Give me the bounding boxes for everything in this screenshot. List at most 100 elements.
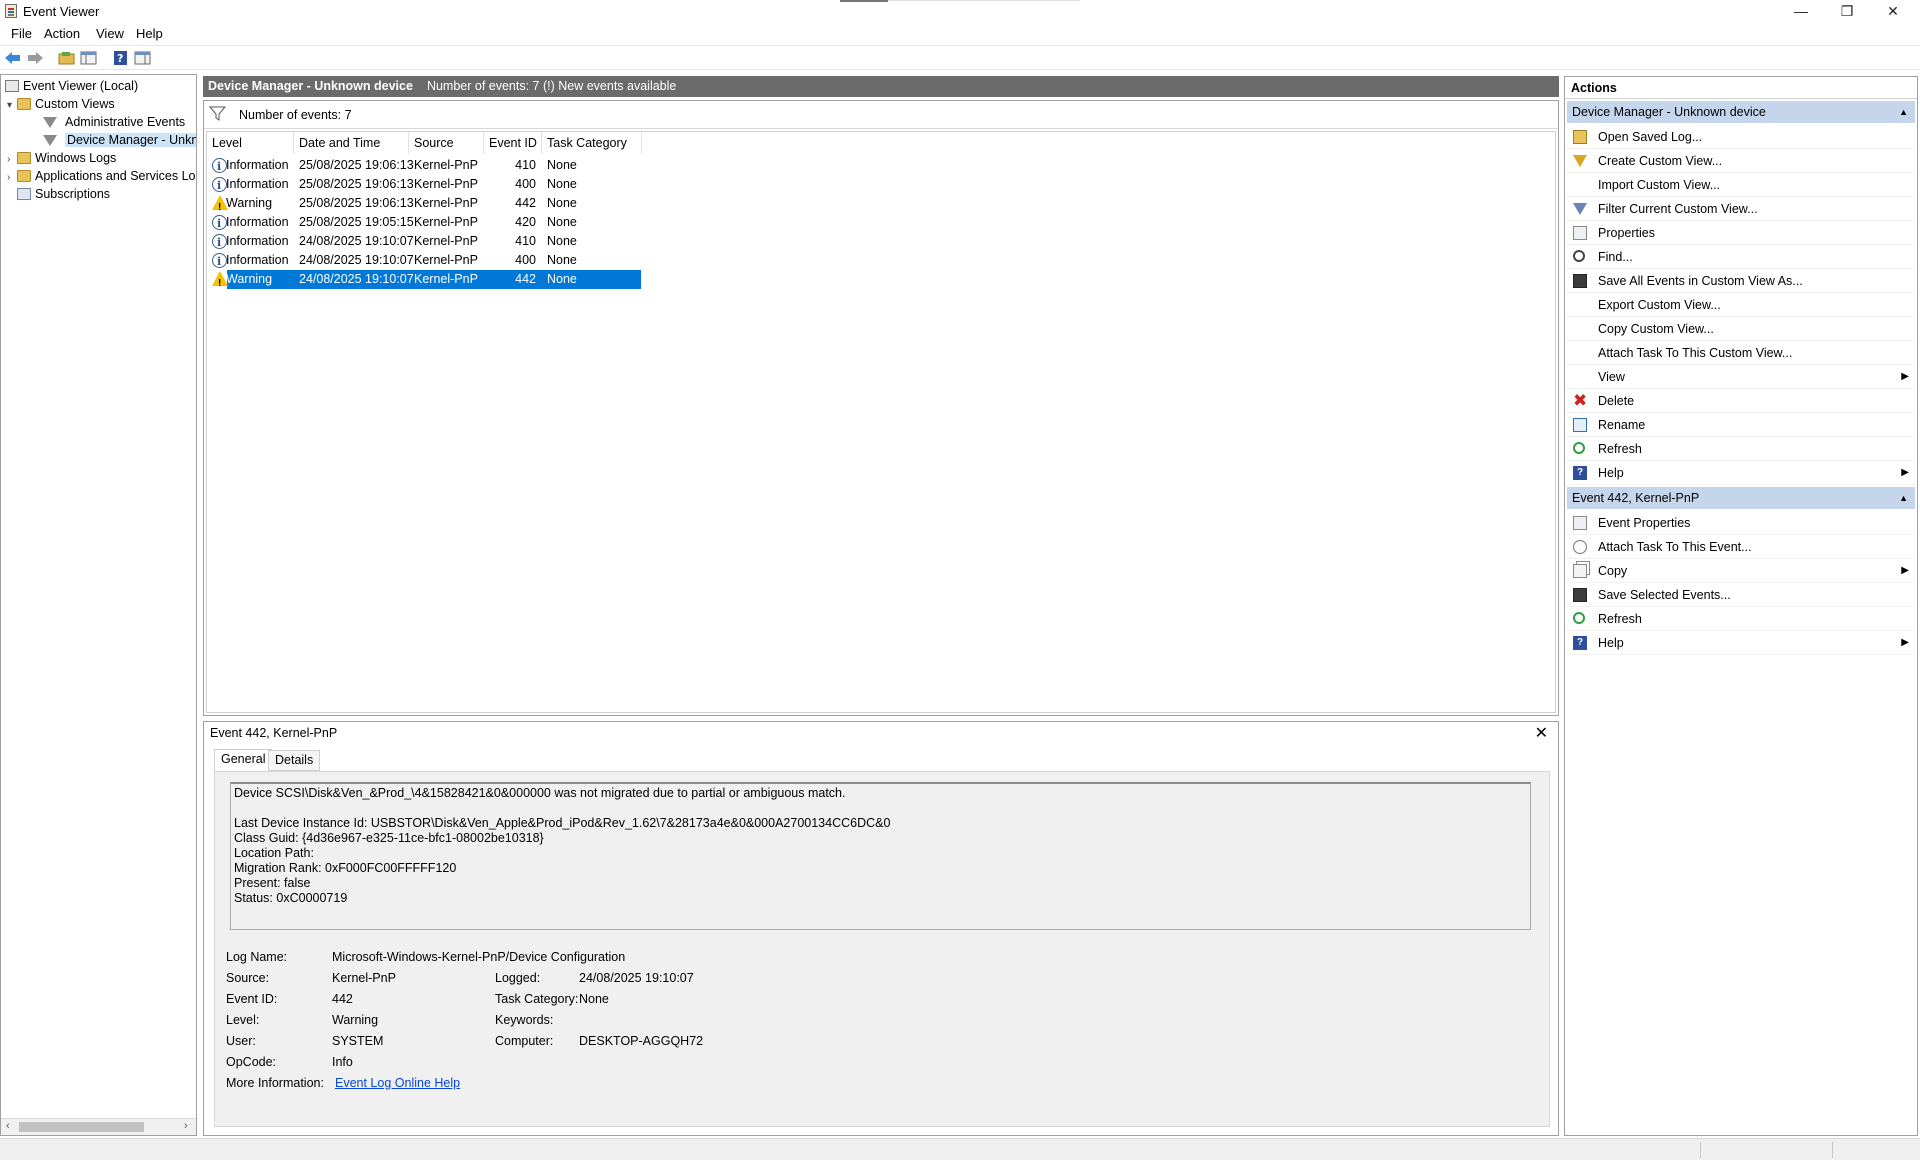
event-description[interactable]: Device SCSI\Disk&Ven_&Prod_\4&15828421&0… [230,782,1531,930]
menu-help[interactable]: Help [136,26,163,41]
menu-view[interactable]: View [96,26,124,41]
action-label: Save All Events in Custom View As... [1598,274,1803,288]
row-task-category: None [547,253,577,267]
tree-item-event-viewer-local[interactable]: Event Viewer (Local) [5,77,138,95]
table-row[interactable]: Information 24/08/2025 19:10:07Kernel-PnP… [207,232,647,252]
collapsed-chevron-icon[interactable]: › [7,169,17,187]
copy-icon [1573,564,1587,578]
tree-item-custom-views[interactable]: ▾ Custom Views [7,95,115,113]
log-name-value: Microsoft-Windows-Kernel-PnP/Device Conf… [332,950,626,964]
show-hide-tree-icon[interactable] [80,50,98,66]
action-event-properties[interactable]: Event Properties [1567,511,1915,535]
tab-details[interactable]: Details [268,750,321,771]
scroll-left-icon[interactable]: ‹ [6,1120,10,1132]
action-properties[interactable]: Properties [1567,221,1915,245]
toolbar: ? [0,45,1920,70]
submenu-arrow-icon: ▶ [1901,467,1909,478]
tree-item-administrative-events[interactable]: Administrative Events [43,113,185,131]
table-row[interactable]: Information 25/08/2025 19:06:13Kernel-PnP… [207,156,647,176]
back-arrow-icon[interactable] [4,50,22,66]
column-header-date-and-time[interactable]: Date and Time [294,132,409,154]
action-help[interactable]: ? Help ▶ [1567,631,1915,655]
row-event-id: 410 [515,234,536,248]
filter-icon [1573,203,1587,215]
folder-icon [17,152,31,164]
action-create-custom-view[interactable]: Create Custom View... [1567,149,1915,173]
attach-task-icon [1573,540,1587,554]
action-refresh[interactable]: Refresh [1567,437,1915,461]
event-log-online-help-link[interactable]: Event Log Online Help [335,1076,460,1090]
action-open-saved-log[interactable]: Open Saved Log... [1567,125,1915,149]
action-copy-custom-view[interactable]: Copy Custom View... [1567,317,1915,341]
table-row[interactable]: Information 24/08/2025 19:10:07Kernel-PnP… [207,251,647,271]
action-label: Event Properties [1598,516,1691,530]
information-icon [212,214,227,233]
action-find[interactable]: Find... [1567,245,1915,269]
collapse-caret-icon[interactable]: ▲ [1899,487,1908,509]
actions-section-header[interactable]: Event 442, Kernel-PnP ▲ [1567,487,1915,509]
actions-section-header[interactable]: Device Manager - Unknown device ▲ [1567,101,1915,123]
user-label: User: [226,1034,256,1048]
row-event-id: 442 [515,196,536,210]
action-rename[interactable]: Rename [1567,413,1915,437]
menu-action[interactable]: Action [44,26,80,41]
action-import-custom-view[interactable]: Import Custom View... [1567,173,1915,197]
user-value: SYSTEM [332,1034,384,1048]
action-help[interactable]: ? Help ▶ [1567,461,1915,485]
tab-general[interactable]: General [214,749,273,772]
action-delete[interactable]: ✖ Delete [1567,389,1915,413]
opcode-value: Info [332,1055,353,1069]
tree-item-applications-and-services-logs[interactable]: › Applications and Services Logs [7,167,196,187]
action-label: Find... [1598,250,1633,264]
collapse-caret-icon[interactable]: ▲ [1899,101,1908,123]
action-save-all-events-in-custom-view-as[interactable]: Save All Events in Custom View As... [1567,269,1915,293]
event-detail-pane: Event 442, Kernel-PnP ✕ General Details … [203,721,1559,1136]
row-level: Information [226,253,289,267]
minimize-button[interactable]: — [1778,0,1824,23]
status-separator [1700,1142,1701,1158]
view-header: Device Manager - Unknown device Number of… [203,76,1559,97]
help-icon[interactable]: ? [112,50,130,66]
action-filter-current-custom-view[interactable]: Filter Current Custom View... [1567,197,1915,221]
tree-item-windows-logs[interactable]: › Windows Logs [7,149,116,167]
tree-item-device-manager-unknown-device[interactable]: Device Manager - Unknown device [43,131,196,149]
expanded-chevron-icon[interactable]: ▾ [7,97,17,115]
row-task-category: None [547,234,577,248]
table-row[interactable]: Information 25/08/2025 19:05:15Kernel-PnP… [207,213,647,233]
row-source: Kernel-PnP [414,215,478,229]
action-export-custom-view[interactable]: Export Custom View... [1567,293,1915,317]
action-attach-task-to-this-custom-view[interactable]: Attach Task To This Custom View... [1567,341,1915,365]
table-row[interactable]: Warning 24/08/2025 19:10:07Kernel-PnP 442 N… [207,270,647,293]
scrollbar-thumb[interactable] [19,1122,144,1132]
close-detail-button[interactable]: ✕ [1535,723,1548,743]
open-folder-icon[interactable] [58,50,76,66]
column-header-source[interactable]: Source [409,132,484,154]
action-view[interactable]: View ▶ [1567,365,1915,389]
action-save-selected-events[interactable]: Save Selected Events... [1567,583,1915,607]
column-header-level[interactable]: Level [207,132,294,154]
information-icon [212,252,227,271]
column-header-task-category[interactable]: Task Category [542,132,642,154]
show-hide-action-pane-icon[interactable] [134,50,152,66]
row-source: Kernel-PnP [414,177,478,191]
information-icon [212,157,227,176]
close-window-button[interactable]: ✕ [1870,0,1916,23]
row-event-id: 420 [515,215,536,229]
information-icon [212,176,227,195]
action-copy[interactable]: Copy ▶ [1567,559,1915,583]
scroll-right-icon[interactable]: › [184,1120,188,1132]
row-level: Warning [226,196,273,210]
table-row[interactable]: Information 25/08/2025 19:06:13Kernel-PnP… [207,175,647,195]
column-header-event-id[interactable]: Event ID [484,132,542,154]
table-row[interactable]: Warning 25/08/2025 19:06:13Kernel-PnP 442 N… [207,194,647,217]
restore-button[interactable]: ❐ [1824,0,1870,23]
action-attach-task-to-this-event[interactable]: Attach Task To This Event... [1567,535,1915,559]
row-date-and-time: 25/08/2025 19:06:13 [299,158,414,172]
forward-arrow-icon[interactable] [26,50,44,66]
tree-item-subscriptions[interactable]: Subscriptions [17,185,110,203]
menu-bar: File Action View Help [0,23,1920,45]
computer-value: DESKTOP-AGGQH72 [579,1034,704,1048]
menu-file[interactable]: File [11,26,32,41]
tree-horizontal-scrollbar[interactable]: ‹ › [1,1118,196,1135]
action-refresh[interactable]: Refresh [1567,607,1915,631]
